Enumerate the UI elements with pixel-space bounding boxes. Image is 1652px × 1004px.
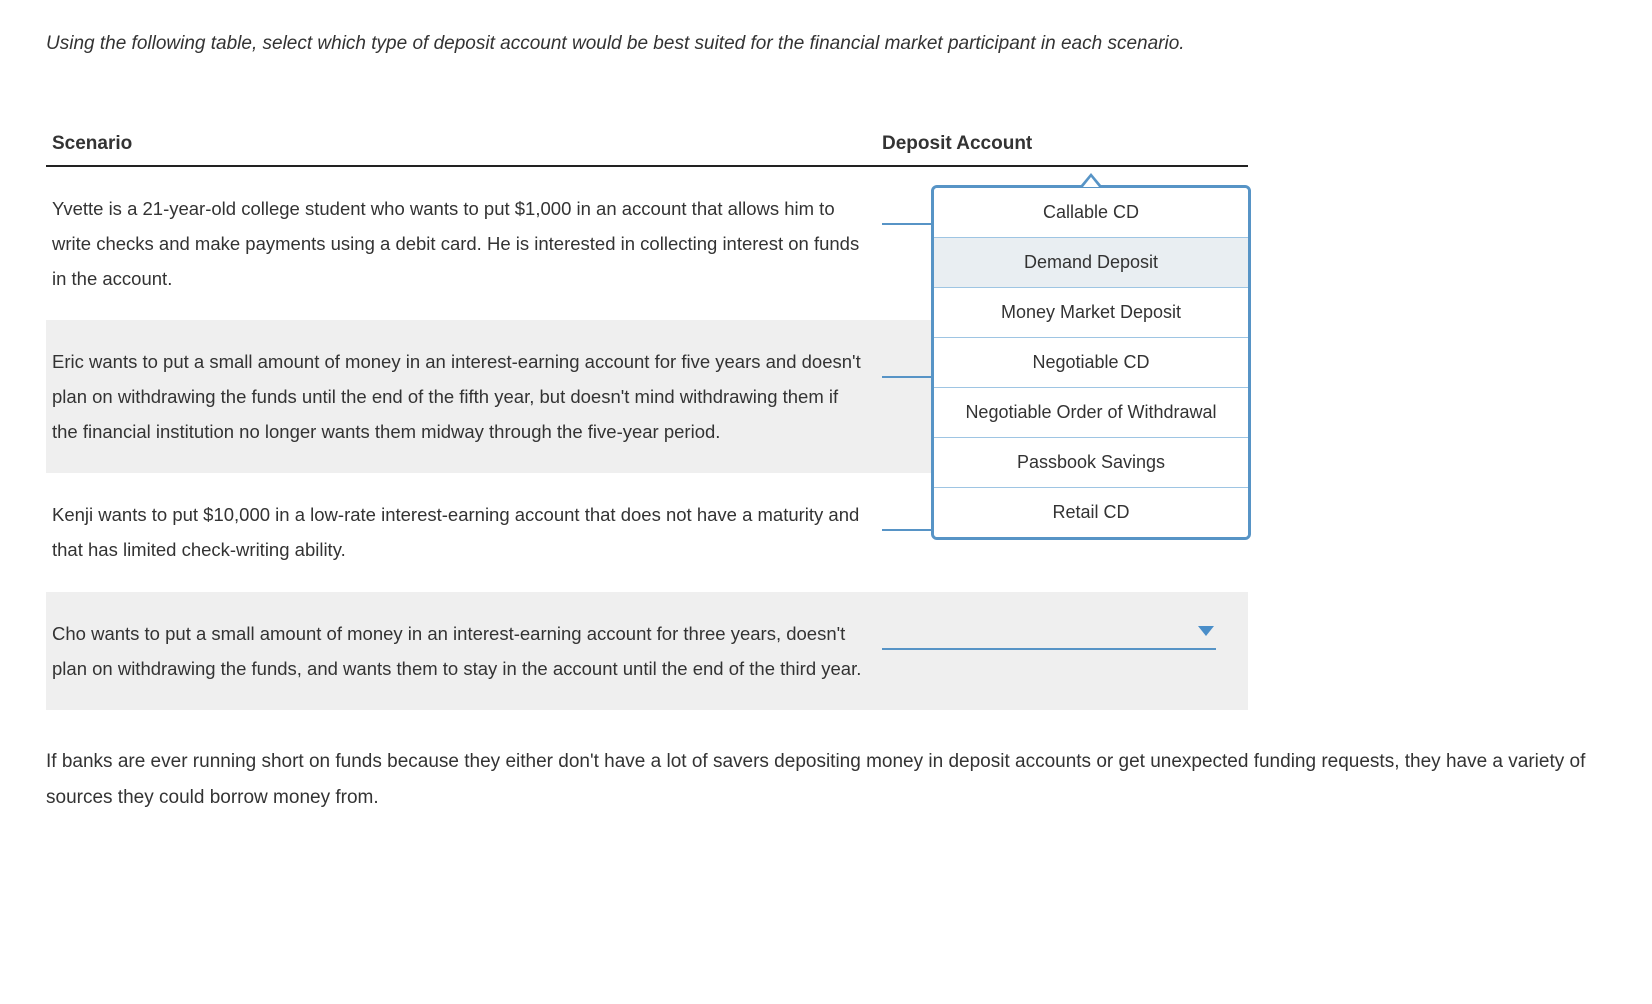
dropdown-option[interactable]: Callable CD (934, 188, 1248, 237)
deposit-cell (876, 592, 1248, 710)
col-header-scenario: Scenario (46, 129, 876, 166)
dropdown-list: Callable CDDemand DepositMoney Market De… (931, 185, 1251, 540)
dropdown-option[interactable]: Negotiable CD (934, 337, 1248, 387)
scenario-cell: Yvette is a 21-year-old college student … (46, 166, 876, 320)
table-header-row: Scenario Deposit Account (46, 129, 1248, 166)
chevron-down-icon (1198, 626, 1214, 636)
instruction-text: Using the following table, select which … (46, 30, 1606, 59)
dropdown-option[interactable]: Money Market Deposit (934, 287, 1248, 337)
dropdown-option[interactable]: Negotiable Order of Withdrawal (934, 387, 1248, 437)
footer-text: If banks are ever running short on funds… (46, 744, 1606, 816)
dropdown-option[interactable]: Passbook Savings (934, 437, 1248, 487)
table-row: Cho wants to put a small amount of money… (46, 592, 1248, 710)
col-header-deposit: Deposit Account (876, 129, 1248, 166)
dropdown-option[interactable]: Demand Deposit (934, 237, 1248, 287)
scenario-cell: Cho wants to put a small amount of money… (46, 592, 876, 710)
dropdown-pointer-inner (1083, 177, 1099, 187)
scenario-cell: Kenji wants to put $10,000 in a low-rate… (46, 473, 876, 591)
scenario-cell: Eric wants to put a small amount of mone… (46, 320, 876, 473)
dropdown-option[interactable]: Retail CD (934, 487, 1248, 537)
deposit-dropdown-open[interactable]: Callable CDDemand DepositMoney Market De… (931, 173, 1251, 540)
scenario-table-wrap: Scenario Deposit Account Yvette is a 21-… (46, 129, 1606, 710)
deposit-dropdown[interactable] (882, 616, 1216, 650)
